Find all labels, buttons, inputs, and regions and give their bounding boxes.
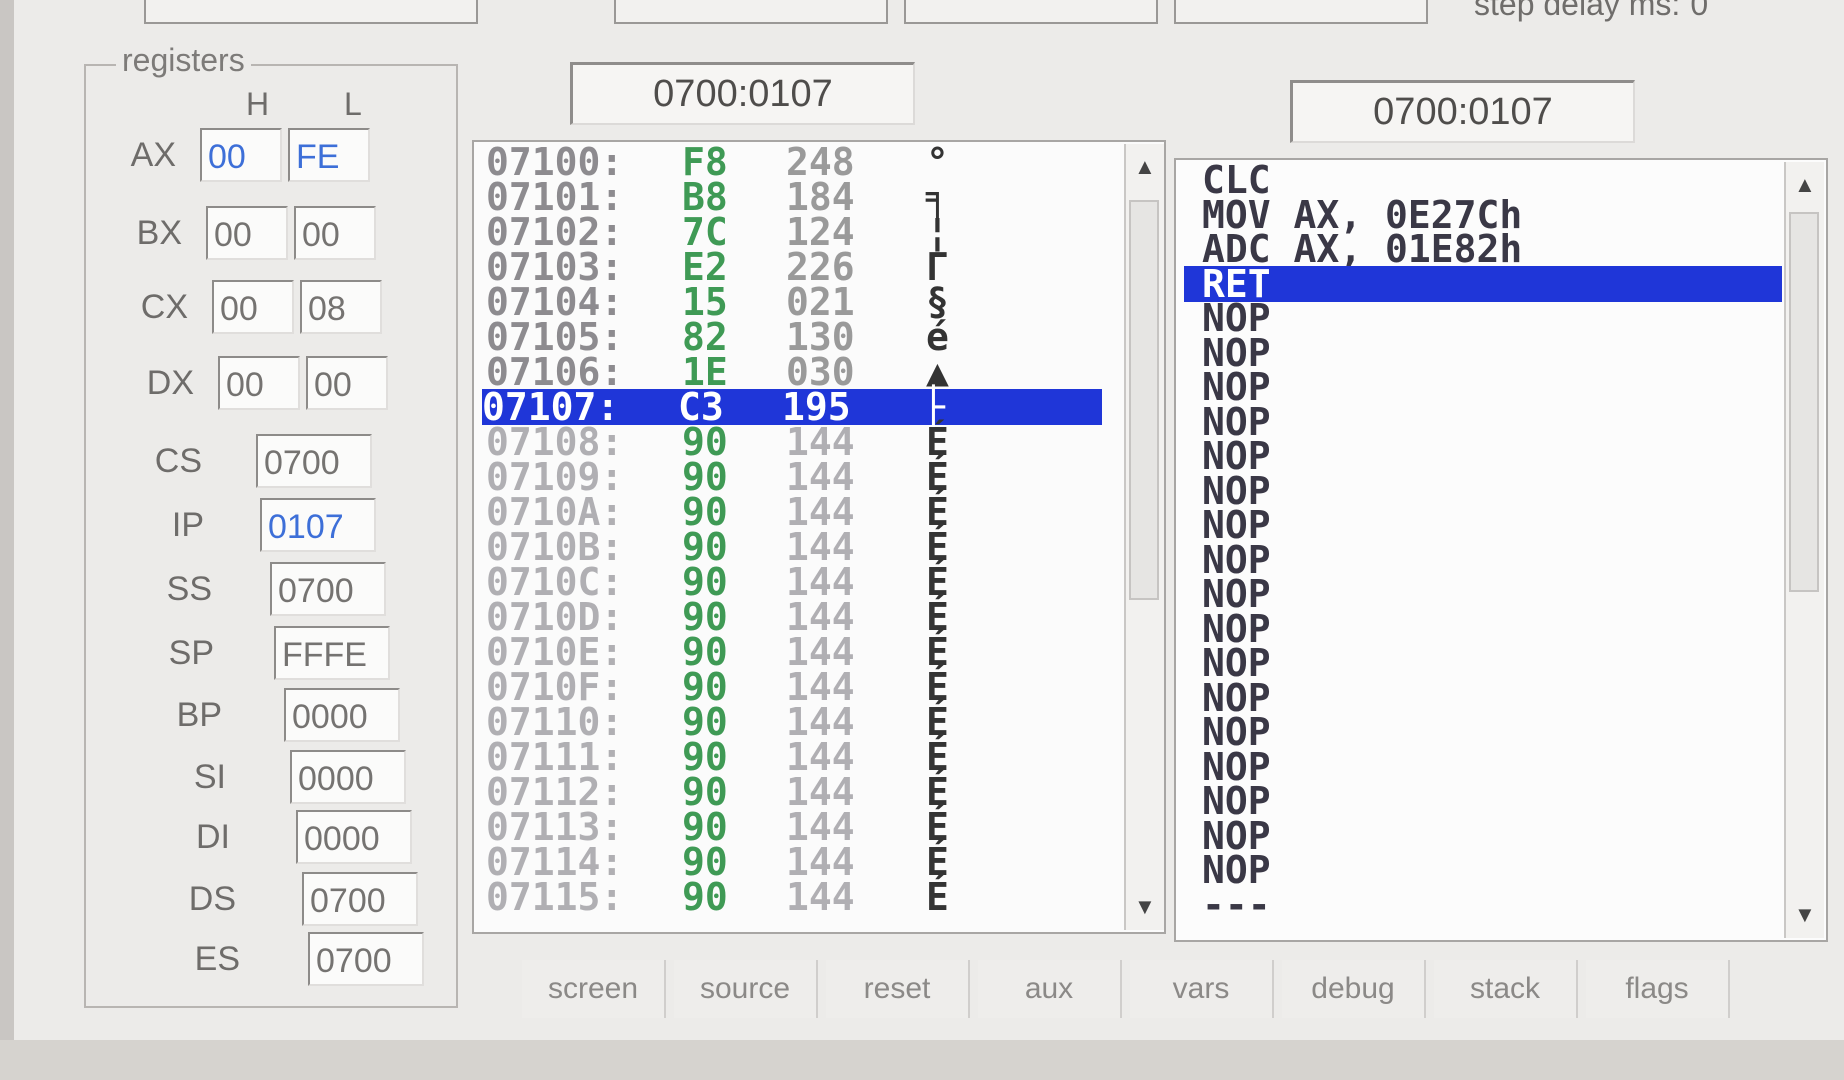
disasm-row[interactable]: NOP [1202,299,1822,337]
run-button[interactable] [1174,0,1428,24]
disasm-row[interactable]: NOP [1202,610,1822,648]
register-label: IP [171,506,204,544]
register-label: BP [176,696,222,734]
tab-vars[interactable]: vars [1130,960,1274,1018]
scroll-up-icon[interactable]: ▲ [1794,172,1816,198]
cs-field[interactable]: 0700 [256,434,372,488]
disasm-row[interactable]: NOP [1202,368,1822,406]
tab-source[interactable]: source [674,960,818,1018]
disasm-scrollbar[interactable]: ▲ ▼ [1784,162,1824,938]
memory-address-field[interactable]: 0700:0107 [570,62,915,125]
ax-l-field[interactable]: FE [288,128,370,182]
disasm-address-field[interactable]: 0700:0107 [1290,80,1635,143]
disasm-row[interactable]: NOP [1202,644,1822,682]
register-label: SS [166,570,212,608]
registers-title: registers [116,42,251,79]
disasm-row[interactable]: NOP [1202,679,1822,717]
memory-char: É [926,875,949,919]
disasm-row[interactable]: NOP [1202,506,1822,544]
bx-l-field[interactable]: 00 [294,206,376,260]
memory-dec: 144 [786,875,855,919]
sp-field[interactable]: FFFE [274,626,390,680]
register-label: DI [196,818,230,856]
tab-flags[interactable]: flags [1586,960,1730,1018]
ax-h-field[interactable]: 00 [200,128,282,182]
disasm-row[interactable]: NOP [1202,437,1822,475]
disasm-row[interactable]: NOP [1202,334,1822,372]
register-label: BX [136,214,182,252]
register-label: SP [168,634,214,672]
disassembly-list[interactable]: CLC MOV AX, 0E27Ch ADC AX, 01E82h RET NOP NOP… [1174,158,1828,942]
disasm-row[interactable]: RET [1184,265,1782,303]
cx-l-field[interactable]: 08 [300,280,382,334]
disasm-row[interactable]: NOP [1202,748,1822,786]
di-field[interactable]: 0000 [296,810,412,864]
col-h-header: H [246,86,270,122]
disasm-row[interactable]: NOP [1202,403,1822,441]
emulator-window: step delay ms: 0 registers H L AX 00 FE B… [14,0,1844,1080]
disasm-row[interactable]: NOP [1202,541,1822,579]
register-label: AX [130,136,176,174]
bp-field[interactable]: 0000 [284,688,400,742]
disasm-row[interactable]: NOP [1202,817,1822,855]
register-label: SI [193,758,226,796]
step-delay-value[interactable]: 0 [1690,0,1708,22]
memory-addr: 07115: [486,875,624,919]
scroll-thumb[interactable] [1129,200,1159,600]
bx-h-field[interactable]: 00 [206,206,288,260]
disasm-row[interactable]: NOP [1202,782,1822,820]
screen-bezel [0,1040,1844,1080]
register-label: DX [146,364,194,402]
register-label: ES [194,940,240,978]
register-label: CX [140,288,188,326]
disasm-row[interactable]: NOP [1202,713,1822,751]
ds-field[interactable]: 0700 [302,872,418,926]
memory-scrollbar[interactable]: ▲ ▼ [1124,144,1164,930]
registers-group: registers H L AX 00 FE BX 00 00 CX 00 08… [84,42,458,1008]
scroll-down-icon[interactable]: ▼ [1794,902,1816,928]
disasm-row[interactable]: NOP [1202,851,1822,889]
step-delay: step delay ms: 0 [1474,0,1708,23]
tab-aux[interactable]: aux [978,960,1122,1018]
dx-h-field[interactable]: 00 [218,356,300,410]
disasm-row[interactable]: NOP [1202,472,1822,510]
disasm-row[interactable]: --- [1202,886,1822,924]
disasm-row[interactable]: ADC AX, 01E82h [1202,230,1822,268]
step-delay-label: step delay ms: [1474,0,1681,22]
toolbar-button[interactable] [614,0,888,24]
ss-field[interactable]: 0700 [270,562,386,616]
cx-h-field[interactable]: 00 [212,280,294,334]
memory-list[interactable]: 07100: F8 248 ° 07101: B8 184 ╕ 07102: 7C 124 ¦ 0710… [472,140,1166,934]
register-label: CS [154,442,202,480]
memory-row[interactable]: 07115: 90 144 É [486,875,1116,919]
scroll-down-icon[interactable]: ▼ [1134,894,1156,920]
col-l-header: L [344,86,362,122]
tab-screen[interactable]: screen [522,960,666,1018]
es-field[interactable]: 0700 [308,932,424,986]
register-label: DS [188,880,236,918]
tab-reset[interactable]: reset [826,960,970,1018]
memory-hex: 90 [682,875,728,919]
scroll-up-icon[interactable]: ▲ [1134,154,1156,180]
si-field[interactable]: 0000 [290,750,406,804]
step-button[interactable] [904,0,1158,24]
disasm-row[interactable]: NOP [1202,575,1822,613]
dx-l-field[interactable]: 00 [306,356,388,410]
tab-debug[interactable]: debug [1282,960,1426,1018]
scroll-thumb[interactable] [1789,212,1819,592]
tab-stack[interactable]: stack [1434,960,1578,1018]
ip-field[interactable]: 0107 [260,498,376,552]
toolbar-button[interactable] [144,0,478,24]
